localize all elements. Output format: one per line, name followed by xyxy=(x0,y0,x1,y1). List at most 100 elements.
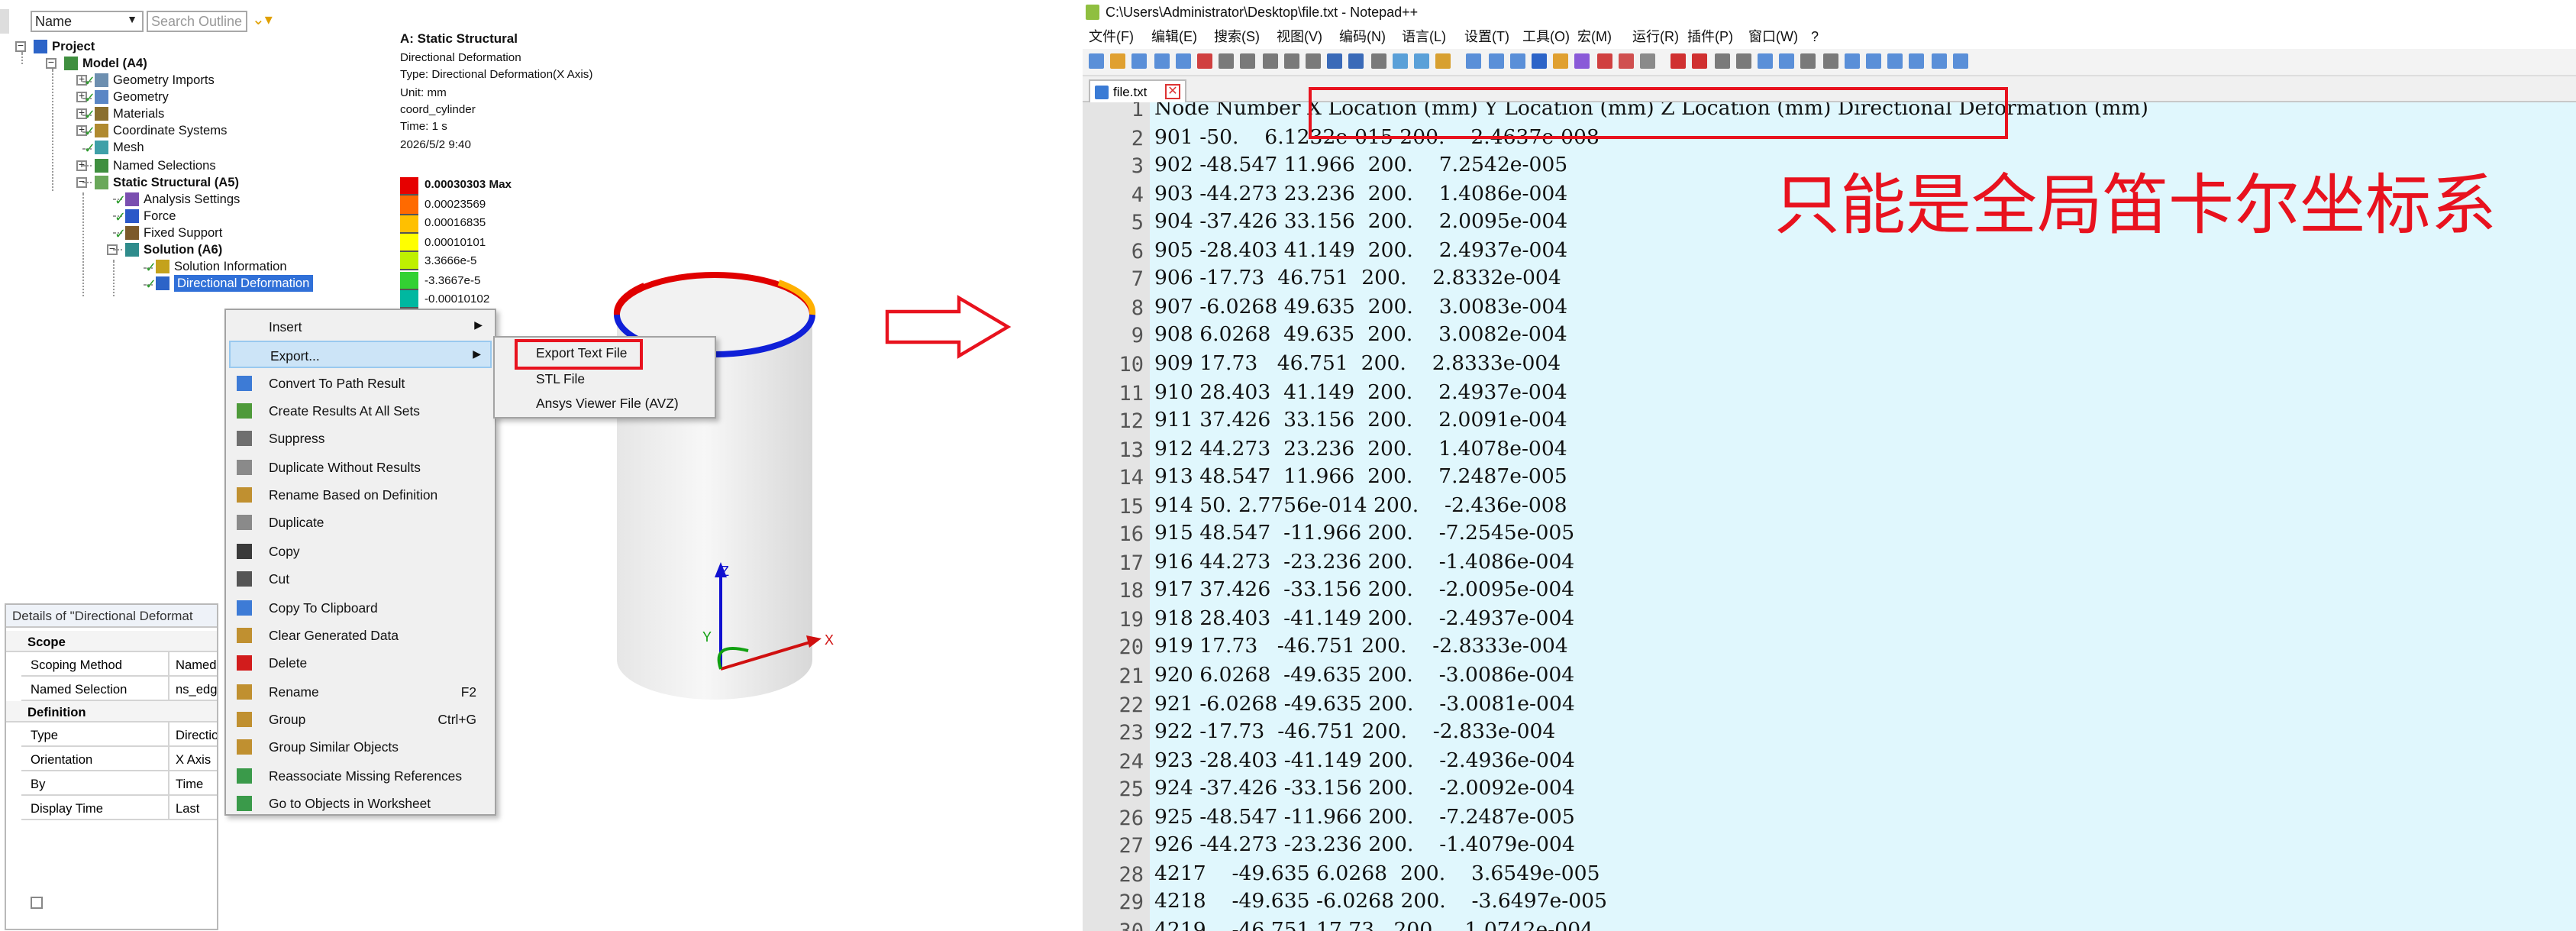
menu-item[interactable]: Suppress xyxy=(229,425,492,453)
toolbar-button-icon[interactable] xyxy=(1866,53,1881,69)
menu-item[interactable]: Duplicate Without Results xyxy=(229,454,492,481)
toolbar-button-icon[interactable] xyxy=(1466,53,1482,69)
tree-item[interactable]: Named Selections xyxy=(113,157,216,173)
menu-item[interactable]: Create Results At All Sets xyxy=(229,397,492,425)
toolbar-button-icon[interactable] xyxy=(1197,53,1212,69)
toolbar-button-icon[interactable] xyxy=(1131,53,1148,69)
menu-1[interactable]: 编辑(E) xyxy=(1151,24,1197,49)
toolbar-button-icon[interactable] xyxy=(1596,53,1612,69)
menu-item[interactable]: Group Ctrl+G xyxy=(229,706,492,733)
toolbar-button-icon[interactable] xyxy=(1618,53,1634,69)
cylinder-viewport[interactable]: Z Y X xyxy=(550,260,855,733)
tree-item[interactable]: Project xyxy=(52,38,95,55)
menu-item[interactable]: Delete xyxy=(229,649,492,677)
menu-item[interactable]: Rename Based on Definition xyxy=(229,481,492,509)
details-row[interactable]: Named Selection ns_edge xyxy=(21,677,217,701)
tree-item[interactable]: Geometry xyxy=(113,89,169,105)
toolbar-button-icon[interactable] xyxy=(1414,53,1429,69)
menu-10[interactable]: 插件(P) xyxy=(1687,24,1733,49)
toolbar-button-icon[interactable] xyxy=(1844,53,1860,69)
details-value[interactable]: Time xyxy=(168,771,217,794)
menu-item[interactable]: Reassociate Missing References xyxy=(229,761,492,789)
details-value[interactable]: ns_edge xyxy=(168,677,217,700)
toolbar-button-icon[interactable] xyxy=(1553,53,1569,69)
tree-item[interactable]: Materials xyxy=(113,106,164,123)
details-value[interactable]: X Axis xyxy=(168,747,217,770)
details-row[interactable]: Scoping Method Named S xyxy=(21,652,217,677)
details-value[interactable]: Named S xyxy=(168,652,217,675)
menu-2[interactable]: 搜索(S) xyxy=(1214,24,1260,49)
tree-item[interactable]: Mesh xyxy=(113,140,144,157)
toolbar-button-icon[interactable] xyxy=(1758,53,1773,69)
details-row[interactable]: Display Time Last xyxy=(21,796,217,820)
toolbar-button-icon[interactable] xyxy=(1488,53,1504,69)
tab-file-txt[interactable]: file.txt ✕ xyxy=(1089,79,1186,102)
menu-item[interactable]: Convert To Path Result xyxy=(229,369,492,396)
close-tab-icon[interactable]: ✕ xyxy=(1165,84,1180,99)
menu-item[interactable]: Group Similar Objects xyxy=(229,734,492,761)
menu-item[interactable]: Copy To Clipboard xyxy=(229,593,492,621)
toolbar-button-icon[interactable] xyxy=(1692,53,1708,69)
toolbar-button-icon[interactable] xyxy=(1348,53,1364,69)
menu-item[interactable]: Copy xyxy=(229,538,492,565)
menu-item[interactable]: Clear Generated Data xyxy=(229,622,492,649)
tree-item[interactable]: Directional Deformation xyxy=(174,275,313,293)
toolbar-button-icon[interactable] xyxy=(1435,53,1451,69)
toolbar-button-icon[interactable] xyxy=(1262,53,1278,69)
menu-8[interactable]: 宏(M) xyxy=(1577,24,1612,49)
toolbar-button-icon[interactable] xyxy=(1306,53,1321,69)
toolbar-button-icon[interactable] xyxy=(1240,53,1256,69)
toolbar-button-icon[interactable] xyxy=(1392,53,1408,69)
toolbar-button-icon[interactable] xyxy=(1574,53,1590,69)
submenu-item[interactable]: Ansys Viewer File (AVZ) xyxy=(536,391,679,415)
menu-3[interactable]: 视图(V) xyxy=(1277,24,1322,49)
tree-expander-1[interactable]: − xyxy=(46,58,56,70)
menu-item[interactable]: Insert ▶ xyxy=(229,313,492,341)
display-time-checkbox[interactable] xyxy=(31,897,43,909)
tree-item[interactable]: Fixed Support xyxy=(144,225,222,241)
menu-9[interactable]: 运行(R) xyxy=(1632,24,1679,49)
toolbar-button-icon[interactable] xyxy=(1089,53,1104,69)
menu-11[interactable]: 窗口(W) xyxy=(1748,24,1798,49)
toolbar-button-icon[interactable] xyxy=(1952,53,1968,69)
menu-5[interactable]: 语言(L) xyxy=(1402,24,1446,49)
toolbar-button-icon[interactable] xyxy=(1800,53,1816,69)
toolbar-button-icon[interactable] xyxy=(1327,53,1343,69)
toolbar-button-icon[interactable] xyxy=(1509,53,1525,69)
details-row[interactable]: Orientation X Axis xyxy=(21,747,217,771)
menu-item[interactable]: Rename F2 xyxy=(229,677,492,705)
toolbar-button-icon[interactable] xyxy=(1154,53,1170,69)
menu-item[interactable]: Export... ▶ xyxy=(229,341,492,369)
toolbar-button-icon[interactable] xyxy=(1175,53,1191,69)
menu-12[interactable]: ? xyxy=(1811,24,1819,49)
details-value[interactable]: Last xyxy=(168,796,217,819)
tree-expander-0[interactable]: − xyxy=(15,41,26,52)
toolbar-button-icon[interactable] xyxy=(1532,53,1547,69)
tree-item[interactable]: Coordinate Systems xyxy=(113,123,227,140)
toolbar-button-icon[interactable] xyxy=(1909,53,1925,69)
toolbar-button-icon[interactable] xyxy=(1219,53,1235,69)
toolbar-button-icon[interactable] xyxy=(1370,53,1386,69)
details-row[interactable]: By Time xyxy=(21,771,217,796)
menu-item[interactable]: Cut xyxy=(229,565,492,593)
menu-7[interactable]: 工具(O) xyxy=(1522,24,1570,49)
toolbar-button-icon[interactable] xyxy=(1640,53,1655,69)
toolbar-button-icon[interactable] xyxy=(1931,53,1947,69)
details-value[interactable]: Direction xyxy=(168,722,217,745)
tree-item[interactable]: Solution Information xyxy=(174,258,287,275)
tree-item[interactable]: Force xyxy=(144,208,176,225)
menu-item[interactable]: Go to Objects in Worksheet xyxy=(229,790,492,817)
menu-4[interactable]: 编码(N) xyxy=(1339,24,1386,49)
menu-6[interactable]: 设置(T) xyxy=(1464,24,1509,49)
tree-item[interactable]: Model (A4) xyxy=(82,55,147,72)
toolbar-button-icon[interactable] xyxy=(1283,53,1299,69)
details-row[interactable]: Type Direction xyxy=(21,722,217,747)
tree-item[interactable]: Solution (A6) xyxy=(144,241,222,258)
menu-0[interactable]: 文件(F) xyxy=(1089,24,1134,49)
toolbar-button-icon[interactable] xyxy=(1779,53,1795,69)
toolbar-button-icon[interactable] xyxy=(1822,53,1838,69)
toolbar-button-icon[interactable] xyxy=(1887,53,1903,69)
toolbar-button-icon[interactable] xyxy=(1714,53,1730,69)
toolbar-button-icon[interactable] xyxy=(1735,53,1751,69)
tree-item[interactable]: Geometry Imports xyxy=(113,72,215,89)
